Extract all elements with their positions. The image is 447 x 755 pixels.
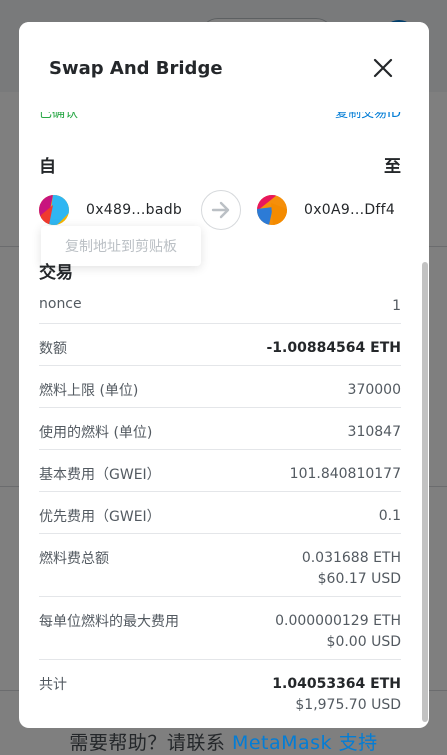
help-text: 需要帮助？请联系 [69,732,232,754]
detail-row-amount: 数额 -1.00884564 ETH [39,324,401,366]
modal-scroll-content[interactable]: 已确认 复制交易ID 自 至 0x489...badb 0x0A9...Dff4… [19,112,429,728]
detail-row-priority-fee: 优先费用（GWEI） 0.1 [39,492,401,534]
status-label: 已确认 [39,112,79,121]
modal-header: Swap And Bridge [19,22,429,112]
detail-value: 0.1 [378,508,401,524]
transaction-details-modal: Swap And Bridge 已确认 复制交易ID 自 至 0x489...b… [19,22,429,728]
sender-account[interactable]: 0x489...badb [39,192,182,228]
scrollbar-thumb[interactable] [422,262,428,722]
detail-label: 燃料费总额 [39,551,109,567]
detail-row-total: 共计 1.04053364 ETH $1,975.70 USD [39,660,401,724]
help-footer: 需要帮助？请联系 MetaMask 支持 [0,728,447,755]
detail-value: 0.000000129 ETH $0.00 USD [275,611,401,653]
detail-row-gas-limit: 燃料上限 (单位) 370000 [39,366,401,408]
detail-row-total-gas-fee: 燃料费总额 0.031688 ETH $60.17 USD [39,534,401,597]
detail-label: 数额 [39,341,67,357]
detail-row-base-fee: 基本费用（GWEI） 101.840810177 [39,450,401,492]
detail-row-gas-used: 使用的燃料 (单位) 310847 [39,408,401,450]
close-icon[interactable] [371,56,395,80]
detail-value: 101.840810177 [289,466,401,482]
recipient-account[interactable]: 0x0A9...Dff4 [257,192,395,228]
arrow-right-icon [201,190,241,230]
detail-label: 基本费用（GWEI） [39,467,161,483]
transaction-section-title: 交易 [39,263,73,283]
detail-label: 燃料上限 (单位) [39,383,139,399]
identicon [257,195,287,225]
from-label: 自 [39,157,56,177]
detail-value-usd: $60.17 USD [317,571,401,587]
detail-value: 1.04053364 ETH $1,975.70 USD [272,674,401,716]
recipient-address: 0x0A9...Dff4 [304,202,396,218]
detail-value: 310847 [347,424,401,440]
detail-label: 优先费用（GWEI） [39,509,161,525]
detail-row-max-fee-per-gas: 每单位燃料的最大费用 0.000000129 ETH $0.00 USD [39,597,401,660]
detail-label: 使用的燃料 (单位) [39,425,153,441]
from-to-labels: 自 至 [39,152,401,177]
detail-value-usd: $1,975.70 USD [295,697,401,713]
metamask-support-link[interactable]: MetaMask 支持 [232,732,378,754]
detail-label: 每单位燃料的最大费用 [39,614,179,630]
copy-tx-id-link[interactable]: 复制交易ID [335,112,401,121]
detail-value-eth: 1.04053364 ETH [272,676,401,692]
detail-label: nonce [39,296,82,312]
identicon [39,195,69,225]
detail-value-usd: $0.00 USD [326,634,401,650]
detail-value: -1.00884564 ETH [266,340,401,356]
status-row: 已确认 复制交易ID [39,112,401,122]
to-label: 至 [384,157,401,177]
detail-row-nonce: nonce 1 [39,282,401,324]
sender-address: 0x489...badb [86,202,183,218]
detail-label: 共计 [39,677,67,693]
detail-value-eth: 0.000000129 ETH [275,613,401,629]
detail-value: 370000 [347,382,401,398]
modal-title: Swap And Bridge [49,58,223,79]
transaction-details-list: nonce 1 数额 -1.00884564 ETH 燃料上限 (单位) 370… [39,282,401,724]
detail-value-eth: 0.031688 ETH [301,550,401,566]
detail-value: 1 [392,298,401,314]
detail-value: 0.031688 ETH $60.17 USD [302,548,401,590]
